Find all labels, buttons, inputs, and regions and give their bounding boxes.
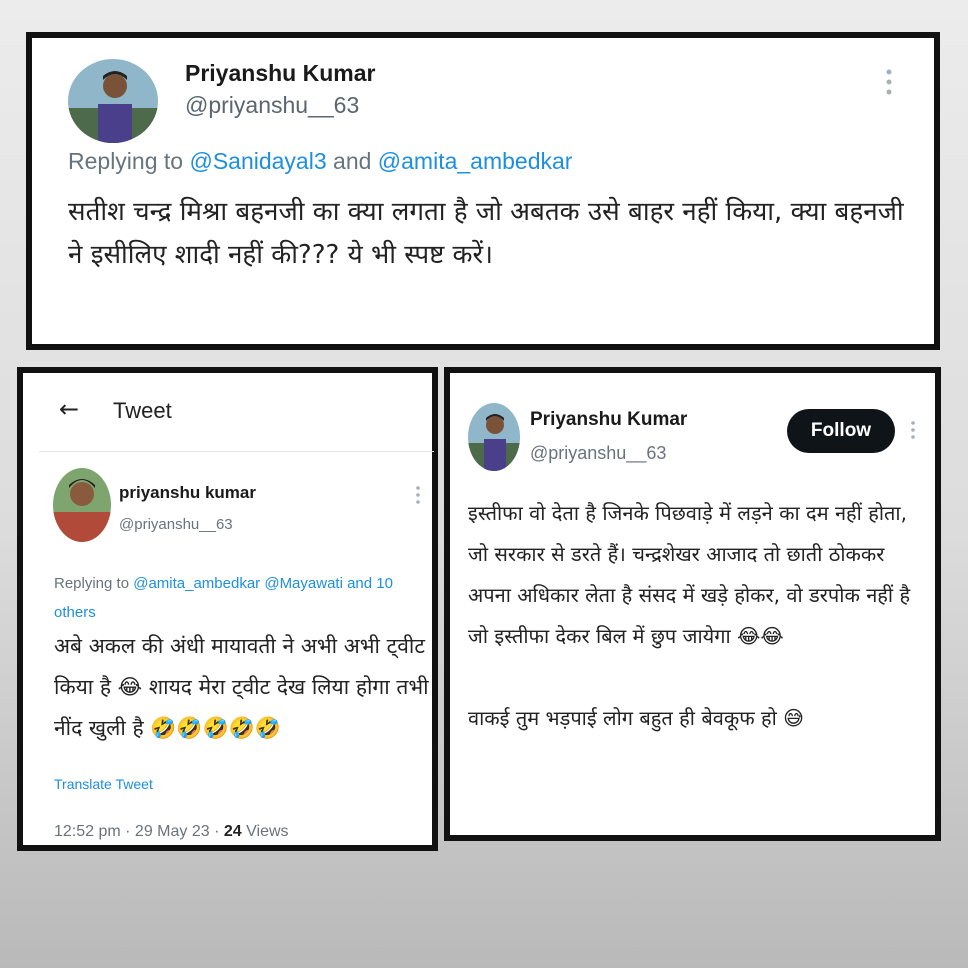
author-handle[interactable]: @priyanshu__63 — [530, 443, 666, 464]
mention-link[interactable]: @Sanidayal3 — [189, 148, 326, 174]
views-label: Views — [246, 823, 289, 840]
author-name[interactable]: priyanshu kumar — [119, 483, 256, 503]
top-tweet-card: Priyanshu Kumar @priyanshu__63 Replying … — [26, 32, 940, 350]
back-arrow-icon[interactable]: ← — [59, 395, 79, 423]
more-dots-icon[interactable] — [884, 68, 894, 96]
replying-to: Replying to @Sanidayal3 and @amita_ambed… — [68, 148, 573, 174]
avatar[interactable] — [468, 401, 520, 473]
author-handle[interactable]: @priyanshu__63 — [185, 92, 359, 119]
avatar[interactable] — [53, 468, 111, 542]
mention-link[interactable]: @amita_ambedkar — [378, 148, 573, 174]
tweet-meta: 12:52 pm · 29 May 23 · 24 Views — [54, 823, 289, 841]
translate-tweet-link[interactable]: Translate Tweet — [54, 776, 153, 792]
author-name[interactable]: Priyanshu Kumar — [185, 60, 375, 87]
replying-to: Replying to @amita_ambedkar @Mayawati an… — [54, 575, 393, 621]
tweet-timestamp[interactable]: 12:52 pm · 29 May 23 · — [54, 823, 219, 840]
right-tweet-card: Priyanshu Kumar @priyanshu__63 Follow इस… — [444, 367, 941, 841]
more-dots-icon[interactable] — [910, 420, 916, 440]
page-title: Tweet — [113, 398, 172, 423]
tweet-text: इस्तीफा वो देता है जिनके पिछवाड़े में लड… — [468, 501, 911, 730]
views-count: 24 — [223, 823, 242, 840]
more-dots-icon[interactable] — [415, 485, 421, 505]
left-tweet-card: ← Tweet priyanshu kumar @priyanshu__63 R… — [17, 367, 438, 851]
author-handle[interactable]: @priyanshu__63 — [119, 516, 233, 533]
tweet-text: सतीश चन्द्र मिश्रा बहनजी का क्या लगता है… — [68, 197, 904, 270]
avatar[interactable] — [68, 56, 158, 146]
author-name[interactable]: Priyanshu Kumar — [530, 409, 687, 431]
tweet-text: अबे अकल की अंधी मायावती ने अभी अभी ट्वीट… — [54, 634, 429, 740]
divider — [39, 451, 434, 452]
follow-button[interactable]: Follow — [787, 409, 895, 453]
